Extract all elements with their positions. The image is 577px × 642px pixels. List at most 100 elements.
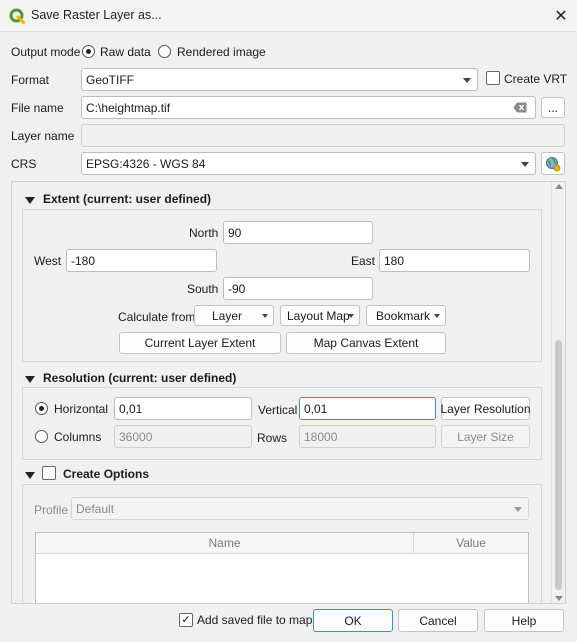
- close-icon: ✕: [554, 8, 568, 25]
- format-label: Format: [11, 73, 50, 87]
- calc-from-layer-button[interactable]: Layer: [194, 305, 274, 326]
- calc-from-layer-label: Layer: [212, 308, 243, 323]
- add-saved-file-label: Add saved file to map: [197, 613, 313, 627]
- calc-from-layout-map-label: Layout Map: [287, 308, 350, 323]
- output-mode-label: Output mode: [11, 45, 81, 59]
- close-button[interactable]: ✕: [548, 4, 574, 28]
- calculate-from-label: Calculate from: [118, 310, 196, 324]
- profile-select[interactable]: Default: [71, 497, 529, 520]
- horizontal-input[interactable]: 0,01: [114, 397, 252, 420]
- horizontal-radio[interactable]: [35, 402, 48, 415]
- collapse-triangle-icon[interactable]: [25, 376, 35, 383]
- east-input[interactable]: 180: [379, 249, 530, 272]
- resolution-group: Horizontal 0,01 Vertical 0,01 Layer Reso…: [22, 387, 542, 460]
- browse-label: ...: [547, 100, 558, 115]
- raw-data-radio[interactable]: [82, 45, 95, 58]
- chevron-down-icon: [262, 313, 268, 318]
- cancel-button[interactable]: Cancel: [398, 609, 478, 632]
- collapse-triangle-icon[interactable]: [25, 197, 35, 204]
- select-crs-button[interactable]: [541, 152, 565, 175]
- layer-name-label: Layer name: [11, 129, 75, 143]
- map-canvas-extent-button[interactable]: Map Canvas Extent: [286, 332, 446, 354]
- rows-label: Rows: [257, 431, 288, 445]
- create-vrt-checkbox[interactable]: [486, 71, 500, 85]
- table-header-value-label: Value: [456, 536, 486, 550]
- horizontal-label: Horizontal: [54, 402, 109, 416]
- columns-input[interactable]: 36000: [114, 425, 252, 448]
- file-name-label: File name: [11, 101, 64, 115]
- ok-button[interactable]: OK: [313, 609, 393, 632]
- format-select[interactable]: GeoTIFF: [81, 68, 478, 91]
- scrollbar-thumb[interactable]: [555, 340, 562, 590]
- scroll-up-icon[interactable]: [555, 184, 563, 189]
- vertical-input[interactable]: 0,01: [299, 397, 436, 420]
- south-value: -90: [228, 281, 246, 296]
- chevron-down-icon: [521, 161, 529, 167]
- rendered-image-label: Rendered image: [177, 45, 266, 59]
- clear-icon[interactable]: [513, 102, 527, 113]
- rows-input[interactable]: 18000: [299, 425, 436, 448]
- layer-resolution-button[interactable]: Layer Resolution: [440, 397, 531, 420]
- table-header-name-label: Name: [208, 536, 241, 550]
- help-button[interactable]: Help: [484, 609, 564, 632]
- options-scroll-area[interactable]: Extent (current: user defined) North 90 …: [11, 181, 566, 604]
- north-input[interactable]: 90: [223, 221, 373, 244]
- title-bar: Save Raster Layer as... ✕: [0, 0, 577, 32]
- chevron-down-icon: [434, 313, 440, 318]
- rows-value: 18000: [304, 429, 338, 444]
- window-title: Save Raster Layer as...: [31, 8, 162, 22]
- east-label: East: [351, 254, 376, 268]
- east-value: 180: [384, 253, 405, 268]
- help-label: Help: [511, 613, 537, 628]
- crs-select[interactable]: EPSG:4326 - WGS 84: [81, 152, 536, 175]
- horizontal-value: 0,01: [119, 401, 143, 416]
- chevron-down-icon: [348, 313, 354, 318]
- profile-value: Default: [76, 501, 115, 516]
- map-canvas-extent-label: Map Canvas Extent: [313, 336, 419, 350]
- west-input[interactable]: -180: [66, 249, 217, 272]
- create-options-table[interactable]: Name Value: [35, 532, 529, 603]
- create-vrt-label: Create VRT: [504, 72, 568, 86]
- scroll-down-icon[interactable]: [555, 596, 563, 601]
- layer-size-button[interactable]: Layer Size: [441, 425, 530, 448]
- vertical-label: Vertical: [258, 403, 298, 417]
- calc-from-bookmark-button[interactable]: Bookmark: [366, 305, 446, 326]
- columns-radio[interactable]: [35, 430, 48, 443]
- browse-button[interactable]: ...: [541, 97, 565, 118]
- north-label: North: [189, 226, 219, 240]
- profile-label: Profile: [34, 503, 69, 517]
- columns-value: 36000: [119, 429, 153, 444]
- create-options-checkbox[interactable]: [42, 466, 56, 480]
- add-saved-file-checkbox[interactable]: ✓: [179, 613, 193, 627]
- calc-from-layout-map-button[interactable]: Layout Map: [280, 305, 360, 326]
- create-options-title: Create Options: [63, 467, 150, 481]
- current-layer-extent-button[interactable]: Current Layer Extent: [119, 332, 281, 354]
- south-input[interactable]: -90: [223, 277, 373, 300]
- file-name-input[interactable]: C:\heightmap.tif: [81, 96, 536, 119]
- extent-title: Extent (current: user defined): [43, 192, 212, 206]
- format-value: GeoTIFF: [86, 72, 135, 87]
- calc-from-bookmark-label: Bookmark: [376, 308, 431, 323]
- layer-resolution-label: Layer Resolution: [440, 401, 531, 416]
- crs-value: EPSG:4326 - WGS 84: [86, 156, 206, 171]
- columns-label: Columns: [54, 430, 102, 444]
- west-label: West: [34, 254, 62, 268]
- qgis-logo-icon: [9, 8, 25, 24]
- collapse-triangle-icon[interactable]: [25, 472, 35, 479]
- checkmark-icon: ✓: [181, 613, 191, 626]
- file-name-value: C:\heightmap.tif: [86, 100, 171, 115]
- extent-group: North 90 West -180 East 180 South -90 Ca…: [22, 209, 542, 362]
- vertical-scrollbar[interactable]: [551, 182, 565, 603]
- create-options-group: Profile Default Name Value: [22, 484, 542, 603]
- table-header-value[interactable]: Value: [414, 533, 528, 554]
- globe-icon: [546, 156, 561, 171]
- west-value: -180: [71, 253, 96, 268]
- north-value: 90: [228, 225, 242, 240]
- table-header-name[interactable]: Name: [36, 533, 414, 554]
- layer-name-input[interactable]: [81, 124, 565, 147]
- crs-label: CRS: [11, 157, 37, 171]
- rendered-image-radio[interactable]: [158, 45, 171, 58]
- chevron-down-icon: [463, 77, 471, 83]
- layer-size-label: Layer Size: [457, 429, 514, 444]
- cancel-label: Cancel: [419, 613, 457, 628]
